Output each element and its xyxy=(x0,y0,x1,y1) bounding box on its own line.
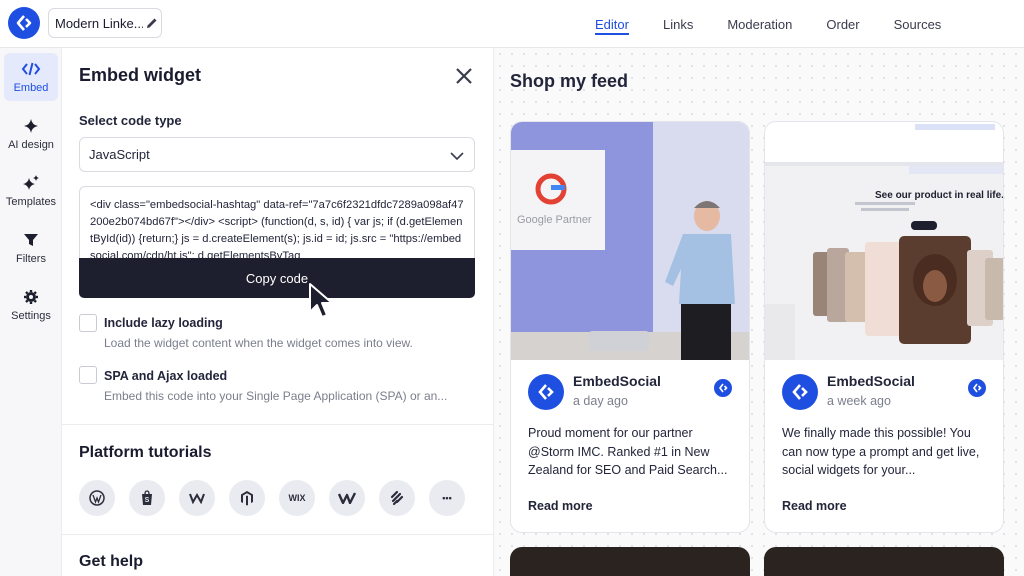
source-badge-icon xyxy=(968,379,986,397)
feed-card-partial[interactable] xyxy=(764,547,1004,576)
sidebar-item-label: Settings xyxy=(11,310,51,322)
avatar[interactable] xyxy=(528,374,564,410)
sidebar-item-label: Templates xyxy=(5,196,57,208)
pencil-icon[interactable] xyxy=(146,17,158,29)
squarespace-icon[interactable] xyxy=(379,480,415,516)
wix-icon[interactable]: WIX xyxy=(279,480,315,516)
post-text: We finally made this possible! You can n… xyxy=(782,426,980,477)
lazy-loading-title: Include lazy loading xyxy=(104,316,223,330)
sidebar-item-ai-design[interactable]: AI design xyxy=(4,110,58,158)
tab-sources[interactable]: Sources xyxy=(894,0,942,48)
embedsocial-logo-icon[interactable] xyxy=(8,7,40,39)
code-type-label: Select code type xyxy=(79,113,182,128)
feed-preview: Shop my feed Google Partner EmbedSocial … xyxy=(494,48,1024,576)
weebly-icon[interactable] xyxy=(179,480,215,516)
code-icon xyxy=(21,60,41,78)
tab-order[interactable]: Order xyxy=(826,0,859,48)
sparkles-icon xyxy=(22,174,40,192)
spa-ajax-checkbox[interactable] xyxy=(79,366,97,384)
divider xyxy=(62,424,494,425)
feed-card[interactable]: Google Partner EmbedSocial a day ago Pro… xyxy=(510,121,750,533)
project-title-field[interactable]: Modern Linke... xyxy=(48,8,162,38)
wordpress-icon[interactable] xyxy=(79,480,115,516)
avatar[interactable] xyxy=(782,374,818,410)
close-icon[interactable] xyxy=(453,65,475,87)
sidebar-item-templates[interactable]: Templates xyxy=(4,167,58,215)
panel-title: Embed widget xyxy=(79,65,202,85)
promo-headline: See our product in real life. xyxy=(875,190,1004,201)
project-title: Modern Linke... xyxy=(55,15,143,31)
platform-tutorials-title: Platform tutorials xyxy=(79,444,212,461)
filter-icon xyxy=(23,231,39,249)
webflow-icon[interactable] xyxy=(329,480,365,516)
feed-title: Shop my feed xyxy=(510,71,629,91)
spa-ajax-description: Embed this code into your Single Page Ap… xyxy=(104,389,448,403)
spa-ajax-title: SPA and Ajax loaded xyxy=(104,369,228,383)
sidebar-item-label: Filters xyxy=(16,253,46,265)
code-type-select[interactable]: JavaScript xyxy=(79,137,475,172)
get-help-title: Get help xyxy=(79,553,144,570)
author-name[interactable]: EmbedSocial xyxy=(573,373,661,389)
code-type-value: JavaScript xyxy=(89,147,150,162)
magento-icon[interactable] xyxy=(229,480,265,516)
chevron-down-icon xyxy=(450,149,464,164)
lazy-loading-checkbox[interactable] xyxy=(79,314,97,332)
tab-links[interactable]: Links xyxy=(663,0,693,48)
sidebar-item-label: Embed xyxy=(13,82,49,94)
post-time: a week ago xyxy=(827,394,891,408)
copy-code-button[interactable]: Copy code xyxy=(79,258,475,298)
source-badge-icon xyxy=(714,379,732,397)
wix-label: WIX xyxy=(288,493,306,503)
google-partner-caption: Google Partner xyxy=(517,214,592,226)
lazy-loading-description: Load the widget content when the widget … xyxy=(104,336,413,350)
more-icon[interactable]: ••• xyxy=(429,480,465,516)
feed-card[interactable]: See our product in real life. EmbedSocia… xyxy=(764,121,1004,533)
sidebar-item-label: AI design xyxy=(8,139,54,151)
post-time: a day ago xyxy=(573,394,628,408)
shopify-icon[interactable]: S xyxy=(129,480,165,516)
left-sidebar: Embed AI design Templates Filters Settin… xyxy=(0,48,62,576)
mouse-cursor-icon xyxy=(307,282,341,327)
svg-text:S: S xyxy=(145,497,150,504)
read-more-link[interactable]: Read more xyxy=(782,499,847,513)
gear-icon xyxy=(23,288,39,306)
feed-card-partial[interactable] xyxy=(510,547,750,576)
tab-moderation[interactable]: Moderation xyxy=(727,0,792,48)
embed-widget-panel: Embed widget Select code type JavaScript… xyxy=(62,48,494,576)
tab-editor[interactable]: Editor xyxy=(595,0,629,48)
read-more-link[interactable]: Read more xyxy=(528,499,593,513)
divider xyxy=(62,534,494,535)
post-text: Proud moment for our partner @Storm IMC.… xyxy=(528,426,728,477)
more-label: ••• xyxy=(442,493,452,503)
sparkle-icon xyxy=(23,117,39,135)
platform-list: S WIX ••• xyxy=(79,480,479,516)
sidebar-item-embed[interactable]: Embed xyxy=(4,53,58,101)
top-tabs: Editor Links Moderation Order Sources xyxy=(595,0,975,48)
sidebar-item-filters[interactable]: Filters xyxy=(4,224,58,272)
top-bar: Modern Linke... Editor Links Moderation … xyxy=(0,0,1024,48)
post-image[interactable]: See our product in real life. xyxy=(765,122,1004,360)
sidebar-item-settings[interactable]: Settings xyxy=(4,281,58,329)
embed-code-box[interactable]: <div class="embedsocial-hashtag" data-re… xyxy=(79,186,475,258)
author-name[interactable]: EmbedSocial xyxy=(827,373,915,389)
post-image[interactable]: Google Partner xyxy=(511,122,749,360)
